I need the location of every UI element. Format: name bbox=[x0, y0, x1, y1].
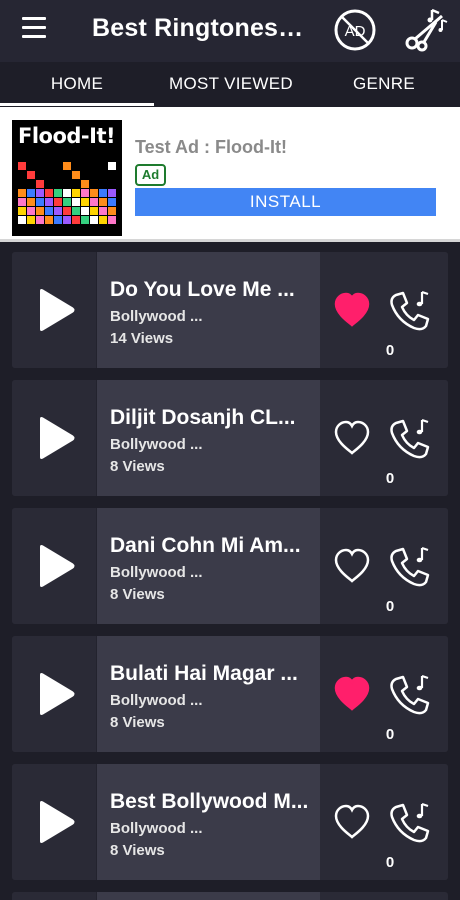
ringtone-card[interactable]: Bulati Hai Magar ... Bollywood ... 8 Vie… bbox=[12, 636, 448, 752]
ringtone-info[interactable]: Dani Cohn Mi Am... Bollywood ... 8 Views bbox=[97, 508, 320, 624]
ringtone-info[interactable]: Do You Love Me ... Bollywood ... 14 View… bbox=[97, 252, 320, 368]
menu-button[interactable] bbox=[22, 17, 50, 43]
no-ads-icon: AD bbox=[334, 9, 376, 51]
scissors-music-icon bbox=[405, 8, 448, 52]
ringtone-category: Bollywood ... bbox=[110, 692, 203, 709]
tab-home-label: HOME bbox=[50, 74, 104, 93]
app-bar: Best Ringtones f... AD bbox=[0, 0, 460, 62]
ringtone-card-partial[interactable] bbox=[12, 892, 448, 900]
heart-outline-icon[interactable] bbox=[332, 546, 372, 584]
set-ringtone-phone-icon[interactable] bbox=[388, 673, 432, 717]
install-button[interactable]: INSTALL bbox=[135, 188, 436, 216]
ringtone-like-count: 0 bbox=[385, 342, 395, 359]
play-button[interactable] bbox=[12, 380, 97, 496]
tab-home[interactable]: HOME bbox=[0, 62, 154, 106]
ringtone-views: 8 Views bbox=[110, 714, 165, 731]
ad-pixel-pattern bbox=[18, 162, 116, 224]
hamburger-menu-icon bbox=[22, 17, 50, 38]
play-icon bbox=[40, 673, 75, 715]
ringtone-title: Bulati Hai Magar ... bbox=[110, 662, 298, 685]
ringtone-like-count: 0 bbox=[385, 470, 395, 487]
ringtone-card[interactable]: Best Bollywood M... Bollywood ... 8 View… bbox=[12, 764, 448, 880]
ringtone-like-count: 0 bbox=[385, 854, 395, 871]
ringtone-title: Best Bollywood M... bbox=[110, 790, 309, 813]
ringtone-info[interactable]: Diljit Dosanjh CL... Bollywood ... 8 Vie… bbox=[97, 380, 320, 496]
ringtone-actions: 0 bbox=[320, 636, 448, 752]
ringtone-category: Bollywood ... bbox=[110, 436, 203, 453]
play-button[interactable] bbox=[12, 508, 97, 624]
ad-app-icon[interactable]: Flood-It! bbox=[12, 120, 122, 236]
ringtone-category: Bollywood ... bbox=[110, 564, 203, 581]
ringtone-title: Diljit Dosanjh CL... bbox=[110, 406, 296, 429]
ringtone-views: 8 Views bbox=[110, 586, 165, 603]
play-icon bbox=[40, 545, 75, 587]
ringtone-card[interactable]: Dani Cohn Mi Am... Bollywood ... 8 Views… bbox=[12, 508, 448, 624]
ringtone-actions: 0 bbox=[320, 764, 448, 880]
ringtone-cutter-button[interactable] bbox=[402, 6, 448, 52]
ringtone-title: Do You Love Me ... bbox=[110, 278, 295, 301]
ringtone-actions: 0 bbox=[320, 252, 448, 368]
ringtone-category: Bollywood ... bbox=[110, 820, 203, 837]
ringtone-info[interactable] bbox=[97, 892, 320, 900]
set-ringtone-phone-icon[interactable] bbox=[388, 545, 432, 589]
ringtone-card[interactable]: Diljit Dosanjh CL... Bollywood ... 8 Vie… bbox=[12, 380, 448, 496]
play-button[interactable] bbox=[12, 252, 97, 368]
tab-genre[interactable]: GENRE bbox=[308, 62, 460, 106]
set-ringtone-phone-icon[interactable] bbox=[388, 801, 432, 845]
ringtone-views: 14 Views bbox=[110, 330, 174, 347]
ringtone-category: Bollywood ... bbox=[110, 308, 203, 325]
set-ringtone-phone-icon[interactable] bbox=[388, 417, 432, 461]
ringtone-like-count: 0 bbox=[385, 726, 395, 743]
ringtone-info[interactable]: Bulati Hai Magar ... Bollywood ... 8 Vie… bbox=[97, 636, 320, 752]
remove-ads-button[interactable]: AD bbox=[333, 8, 377, 52]
ringtone-actions: 0 bbox=[320, 380, 448, 496]
ringtone-actions: 0 bbox=[320, 508, 448, 624]
ringtone-card[interactable]: Do You Love Me ... Bollywood ... 14 View… bbox=[12, 252, 448, 368]
ad-badge: Ad bbox=[135, 164, 166, 186]
ringtone-like-count: 0 bbox=[385, 598, 395, 615]
tab-bar: HOME MOST VIEWED GENRE bbox=[0, 62, 460, 106]
play-button[interactable] bbox=[12, 892, 97, 900]
play-icon bbox=[40, 801, 75, 843]
ad-banner[interactable]: Flood-It! Test Ad : Flood-It! Ad INSTALL bbox=[0, 107, 460, 242]
tab-most-viewed-label: MOST VIEWED bbox=[169, 74, 293, 93]
heart-outline-icon[interactable] bbox=[332, 418, 372, 456]
tab-most-viewed[interactable]: MOST VIEWED bbox=[154, 62, 308, 106]
play-button[interactable] bbox=[12, 764, 97, 880]
heart-filled-icon[interactable] bbox=[332, 674, 372, 712]
active-tab-indicator bbox=[0, 103, 154, 106]
ad-headline: Test Ad : Flood-It! bbox=[135, 137, 287, 157]
set-ringtone-phone-icon[interactable] bbox=[388, 289, 432, 333]
play-icon bbox=[40, 417, 75, 459]
ringtone-views: 8 Views bbox=[110, 458, 165, 475]
heart-outline-icon[interactable] bbox=[332, 802, 372, 840]
app-title: Best Ringtones f... bbox=[92, 14, 307, 42]
play-icon bbox=[40, 289, 75, 331]
ringtone-title: Dani Cohn Mi Am... bbox=[110, 534, 301, 557]
ringtone-views: 8 Views bbox=[110, 842, 165, 859]
heart-filled-icon[interactable] bbox=[332, 290, 372, 328]
ringtone-info[interactable]: Best Bollywood M... Bollywood ... 8 View… bbox=[97, 764, 320, 880]
play-button[interactable] bbox=[12, 636, 97, 752]
tab-genre-label: GENRE bbox=[353, 74, 415, 93]
